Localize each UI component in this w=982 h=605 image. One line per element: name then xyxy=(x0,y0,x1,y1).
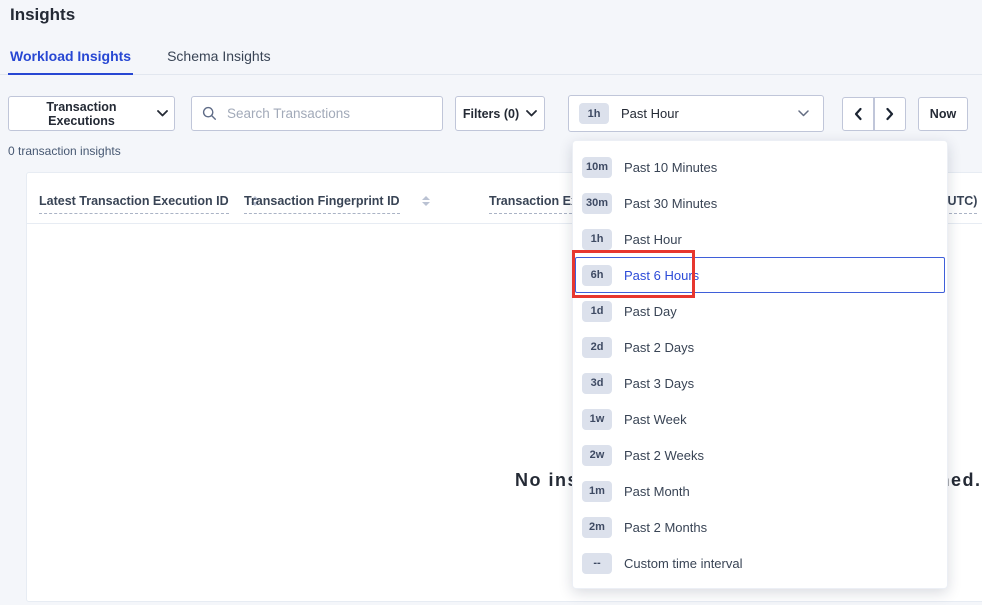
interval-badge: 3d xyxy=(582,373,612,394)
now-button-label: Now xyxy=(930,107,956,121)
search-input[interactable] xyxy=(225,105,432,122)
time-interval-label: Past Hour xyxy=(621,106,679,121)
tab-schema-insights[interactable]: Schema Insights xyxy=(165,44,273,74)
workload-type-select[interactable]: Transaction Executions xyxy=(8,96,175,131)
previous-interval-button[interactable] xyxy=(842,97,874,131)
interval-label: Past Hour xyxy=(624,232,682,247)
interval-label: Past 3 Days xyxy=(624,376,694,391)
interval-badge: 30m xyxy=(582,193,612,214)
dropdown-item-past-2-days[interactable]: 2d Past 2 Days xyxy=(575,329,945,365)
interval-label: Custom time interval xyxy=(624,556,742,571)
sort-icon[interactable] xyxy=(422,196,430,206)
dropdown-item-custom-time-interval[interactable]: -- Custom time interval xyxy=(575,545,945,581)
tab-workload-insights[interactable]: Workload Insights xyxy=(8,44,133,75)
workload-type-select-label: Transaction Executions xyxy=(15,100,148,128)
dropdown-item-past-day[interactable]: 1d Past Day xyxy=(575,293,945,329)
column-header-transaction-fingerprint-id[interactable]: Transaction Fingerprint ID xyxy=(244,194,430,214)
interval-badge: 2d xyxy=(582,337,612,358)
time-step-buttons xyxy=(842,97,906,131)
insights-page: Insights Workload Insights Schema Insigh… xyxy=(0,0,982,605)
interval-label: Past Week xyxy=(624,412,687,427)
time-interval-dropdown: 10m Past 10 Minutes 30m Past 30 Minutes … xyxy=(572,140,948,589)
interval-badge: 2m xyxy=(582,517,612,538)
interval-label: Past 2 Days xyxy=(624,340,694,355)
interval-label: Past Month xyxy=(624,484,690,499)
dropdown-item-past-week[interactable]: 1w Past Week xyxy=(575,401,945,437)
tab-schema-insights-label: Schema Insights xyxy=(167,48,271,64)
interval-label: Past 10 Minutes xyxy=(624,160,717,175)
chevron-down-icon xyxy=(798,110,809,117)
interval-label: Past Day xyxy=(624,304,677,319)
chevron-down-icon xyxy=(157,110,168,117)
interval-badge: -- xyxy=(582,553,612,574)
search-icon xyxy=(202,106,217,121)
insights-count-text: 0 transaction insights xyxy=(8,144,121,158)
time-interval-select[interactable]: 1h Past Hour xyxy=(568,95,824,132)
column-header-label: Transaction Fingerprint ID xyxy=(244,194,400,214)
dropdown-item-past-2-weeks[interactable]: 2w Past 2 Weeks xyxy=(575,437,945,473)
next-interval-button[interactable] xyxy=(874,97,906,131)
dropdown-item-past-30-minutes[interactable]: 30m Past 30 Minutes xyxy=(575,185,945,221)
filters-button[interactable]: Filters (0) xyxy=(455,96,545,131)
annotation-highlight-box xyxy=(572,250,695,298)
column-header-label: Latest Transaction Execution ID xyxy=(39,194,229,214)
interval-label: Past 30 Minutes xyxy=(624,196,717,211)
tab-bar: Workload Insights Schema Insights xyxy=(0,44,982,75)
page-title: Insights xyxy=(10,5,75,25)
chevron-left-icon xyxy=(853,107,863,121)
interval-badge: 1m xyxy=(582,481,612,502)
dropdown-item-past-month[interactable]: 1m Past Month xyxy=(575,473,945,509)
interval-badge: 1h xyxy=(582,229,612,250)
interval-badge: 1w xyxy=(582,409,612,430)
dropdown-item-past-10-minutes[interactable]: 10m Past 10 Minutes xyxy=(575,149,945,185)
search-box xyxy=(191,96,443,131)
interval-label: Past 2 Months xyxy=(624,520,707,535)
interval-badge: 2w xyxy=(582,445,612,466)
dropdown-item-past-2-months[interactable]: 2m Past 2 Months xyxy=(575,509,945,545)
dropdown-item-past-3-days[interactable]: 3d Past 3 Days xyxy=(575,365,945,401)
time-interval-badge: 1h xyxy=(579,103,609,124)
chevron-down-icon xyxy=(526,110,537,117)
filters-button-label: Filters (0) xyxy=(463,107,519,121)
column-header-latest-transaction-execution-id[interactable]: Latest Transaction Execution ID xyxy=(39,194,259,214)
interval-label: Past 2 Weeks xyxy=(624,448,704,463)
chevron-right-icon xyxy=(885,107,895,121)
interval-badge: 1d xyxy=(582,301,612,322)
tab-workload-insights-label: Workload Insights xyxy=(10,48,131,64)
interval-badge: 10m xyxy=(582,157,612,178)
now-button[interactable]: Now xyxy=(918,97,968,131)
